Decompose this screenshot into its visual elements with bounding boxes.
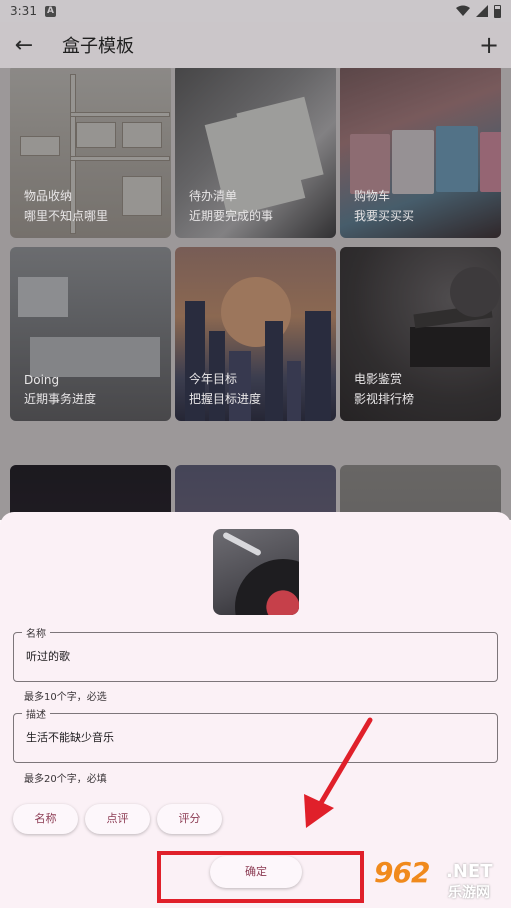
app-bar: ← 盒子模板 + bbox=[0, 22, 511, 68]
template-subtitle: 近期要完成的事 bbox=[189, 209, 274, 223]
template-title: 电影鉴赏 bbox=[354, 372, 403, 386]
template-title: 购物车 bbox=[354, 189, 391, 203]
back-button[interactable]: ← bbox=[0, 22, 48, 68]
page-title: 盒子模板 bbox=[62, 36, 134, 57]
template-subtitle: 近期事务进度 bbox=[24, 392, 97, 406]
template-title: 今年目标 bbox=[189, 372, 238, 386]
template-card-movies[interactable]: 电影鉴赏 影视排行榜 bbox=[340, 247, 501, 421]
description-field-hint: 最多20个字，必填 bbox=[24, 774, 107, 785]
template-card-storage[interactable]: 物品收纳 哪里不知点哪里 bbox=[10, 68, 171, 238]
template-subtitle: 哪里不知点哪里 bbox=[24, 209, 109, 223]
template-card-goals[interactable]: 今年目标 把握目标进度 bbox=[175, 247, 336, 421]
wifi-icon bbox=[456, 5, 470, 16]
watermark-logo-text: 962 bbox=[374, 856, 430, 889]
template-grid: 物品收纳 哪里不知点哪里 待办清单 近期要完成的事 购物车 我要买买买 Doin… bbox=[0, 68, 511, 520]
template-card-todo[interactable]: 待办清单 近期要完成的事 bbox=[175, 68, 336, 238]
template-title: 物品收纳 bbox=[24, 189, 73, 203]
template-title: Doing bbox=[24, 373, 60, 387]
name-field-hint: 最多10个字，必选 bbox=[24, 692, 107, 703]
template-subtitle: 影视排行榜 bbox=[354, 392, 415, 406]
template-card-doing[interactable]: Doing 近期事务进度 bbox=[10, 247, 171, 421]
chip-name[interactable]: 名称 bbox=[13, 804, 78, 834]
highlight-box bbox=[157, 851, 364, 903]
add-button[interactable]: + bbox=[467, 22, 511, 68]
template-subtitle: 我要买买买 bbox=[354, 209, 415, 223]
template-title: 待办清单 bbox=[189, 189, 238, 203]
battery-icon bbox=[494, 4, 501, 18]
cover-image[interactable] bbox=[213, 529, 299, 615]
template-card-cart[interactable]: 购物车 我要买买买 bbox=[340, 68, 501, 238]
watermark-cn-text: 乐游网 bbox=[448, 885, 490, 901]
create-box-sheet: 名称 听过的歌 最多10个字，必选 描述 生活不能缺少音乐 最多20个字，必填 … bbox=[0, 512, 511, 908]
signal-icon bbox=[476, 5, 488, 17]
status-icons bbox=[456, 4, 501, 18]
chip-rating[interactable]: 评分 bbox=[157, 804, 222, 834]
name-field-value[interactable]: 听过的歌 bbox=[26, 633, 70, 681]
site-watermark-logo: 962 .NET 乐游网 bbox=[374, 856, 508, 902]
name-field[interactable]: 名称 听过的歌 bbox=[13, 625, 498, 682]
status-bar: 3:31 A bbox=[0, 0, 511, 22]
watermark-net-text: .NET bbox=[446, 861, 493, 882]
description-field[interactable]: 描述 生活不能缺少音乐 bbox=[13, 706, 498, 763]
description-field-value[interactable]: 生活不能缺少音乐 bbox=[26, 714, 114, 762]
arrow-left-icon: ← bbox=[14, 32, 34, 58]
vinyl-record-image bbox=[235, 559, 299, 615]
annotation-arrow-icon bbox=[304, 717, 373, 828]
status-time: 3:31 bbox=[10, 4, 37, 18]
notification-icon: A bbox=[44, 5, 56, 17]
template-subtitle: 把握目标进度 bbox=[189, 392, 262, 406]
plus-icon: + bbox=[478, 31, 500, 59]
chip-review[interactable]: 点评 bbox=[85, 804, 150, 834]
